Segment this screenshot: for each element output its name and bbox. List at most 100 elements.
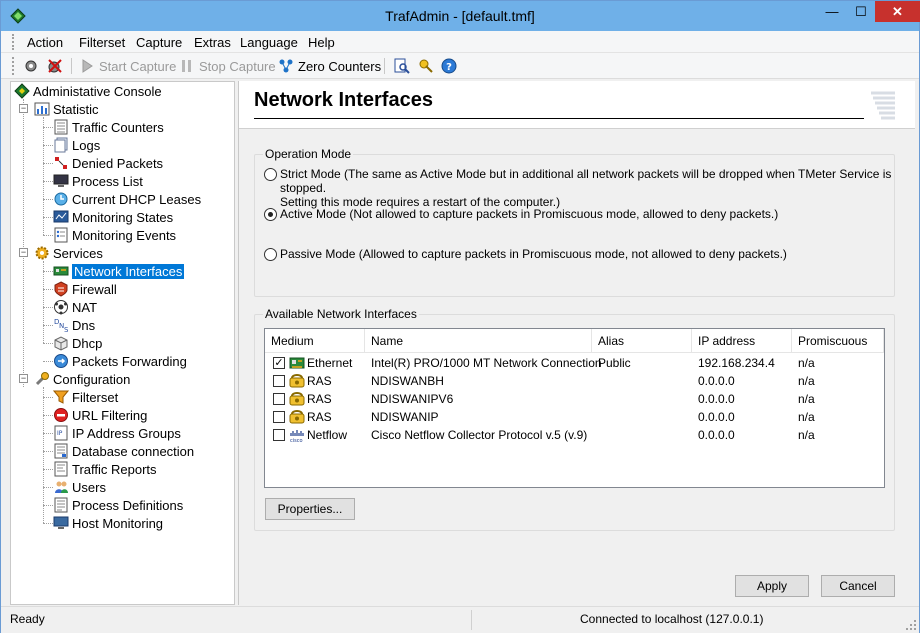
process-list-icon xyxy=(54,497,68,513)
column-alias[interactable]: Alias xyxy=(592,329,692,353)
interface-enable-checkbox[interactable] xyxy=(273,429,285,441)
collapse-services-toggle[interactable]: − xyxy=(19,248,28,257)
interfaces-list[interactable]: Medium Name Alias IP address Promiscuous… xyxy=(264,328,885,488)
interface-enable-checkbox[interactable]: ✓ xyxy=(273,357,285,369)
active-mode-radio[interactable]: Active Mode (Not allowed to capture pack… xyxy=(264,207,778,221)
collapse-configuration-toggle[interactable]: − xyxy=(19,374,28,383)
apply-button[interactable]: Apply xyxy=(735,575,809,597)
tree-item-users[interactable]: Users xyxy=(53,478,106,496)
table-row[interactable]: ✓ Ethernet Intel(R) PRO/1000 MT Network Co… xyxy=(265,354,884,372)
firewall-shield-icon xyxy=(54,281,68,297)
tree-item-ip-address-groups[interactable]: IP IP Address Groups xyxy=(53,424,181,442)
tree-item-label: Current DHCP Leases xyxy=(72,191,202,207)
interface-enable-checkbox[interactable] xyxy=(273,411,285,423)
menu-filterset[interactable]: Filterset xyxy=(79,35,125,50)
search-tool[interactable] xyxy=(394,57,414,75)
tree-root[interactable]: Administative Console xyxy=(14,82,162,100)
tree-item-logs[interactable]: Logs xyxy=(53,136,100,154)
tree-item-dhcp-leases[interactable]: Current DHCP Leases xyxy=(53,190,201,208)
radio-dot xyxy=(264,248,277,261)
tree-item-traffic-counters[interactable]: Traffic Counters xyxy=(53,118,164,136)
cell-medium: Netflow xyxy=(307,428,348,442)
tree-item-label: Denied Packets xyxy=(72,155,164,171)
tree-item-process-list[interactable]: Process List xyxy=(53,172,143,190)
close-button[interactable]: ✕ xyxy=(875,1,920,22)
tree-item-process-definitions[interactable]: Process Definitions xyxy=(53,496,183,514)
tree-item-url-filtering[interactable]: URL Filtering xyxy=(53,406,147,424)
menubar-grip[interactable] xyxy=(12,34,15,50)
disconnect-icon xyxy=(48,59,62,73)
menu-help[interactable]: Help xyxy=(308,35,335,50)
column-name[interactable]: Name xyxy=(365,329,592,353)
tree-item-firewall[interactable]: Firewall xyxy=(53,280,117,298)
tree-item-filterset[interactable]: Filterset xyxy=(53,388,118,406)
tree-item-nat[interactable]: NAT xyxy=(53,298,97,316)
status-bar: Ready Connected to localhost (127.0.0.1) xyxy=(1,606,919,633)
tree-item-label: Dns xyxy=(72,317,96,333)
table-row[interactable]: RAS NDISWANBH 0.0.0.0 n/a xyxy=(265,372,884,390)
interface-enable-checkbox[interactable] xyxy=(273,375,285,387)
tree-item-database-connection[interactable]: Database connection xyxy=(53,442,194,460)
connect-tool[interactable] xyxy=(23,57,43,75)
tree-item-monitoring-events[interactable]: Monitoring Events xyxy=(53,226,176,244)
tree-item-monitoring-states[interactable]: Monitoring States xyxy=(53,208,173,226)
dns-letters-icon: DNS xyxy=(54,318,69,333)
dhcp-box-icon xyxy=(54,336,68,351)
cisco-icon: cisco xyxy=(289,427,305,444)
strict-mode-radio[interactable]: Strict Mode (The same as Active Mode but… xyxy=(264,167,919,209)
tree-services[interactable]: Services xyxy=(34,244,103,262)
ip-list-icon: IP xyxy=(54,425,68,441)
table-row[interactable]: RAS NDISWANIP 0.0.0.0 n/a xyxy=(265,408,884,426)
menu-language[interactable]: Language xyxy=(240,35,298,50)
cell-promiscuous: n/a xyxy=(798,374,815,388)
table-row[interactable]: cisco Netflow Cisco Netflow Collector Prot… xyxy=(265,426,884,444)
ras-phone-icon xyxy=(289,409,305,425)
funnel-icon xyxy=(53,390,69,404)
svg-text:cisco: cisco xyxy=(290,438,303,443)
interfaces-group-label: Available Network Interfaces xyxy=(263,307,419,321)
tree-configuration[interactable]: Configuration xyxy=(34,370,130,388)
menu-extras[interactable]: Extras xyxy=(194,35,231,50)
maximize-button[interactable]: ☐ xyxy=(847,1,875,22)
column-promiscuous[interactable]: Promiscuous xyxy=(792,329,884,353)
tree-item-denied-packets[interactable]: Denied Packets xyxy=(53,154,163,172)
tree-item-label: Network Interfaces xyxy=(72,263,185,279)
cell-alias xyxy=(592,408,598,426)
interface-enable-checkbox[interactable] xyxy=(273,393,285,405)
keys-tool[interactable] xyxy=(418,57,438,75)
start-capture-button[interactable]: Start Capture xyxy=(79,57,176,75)
cancel-button[interactable]: Cancel xyxy=(821,575,895,597)
tree-item-network-interfaces[interactable]: Network Interfaces xyxy=(53,262,185,280)
title-bar[interactable]: TrafAdmin - [default.tmf] — ☐ ✕ xyxy=(1,1,920,31)
menu-action[interactable]: Action xyxy=(27,35,63,50)
menu-capture[interactable]: Capture xyxy=(136,35,182,50)
cell-ip-address: 0.0.0.0 xyxy=(698,392,735,406)
tree-item-dns[interactable]: DNS Dns xyxy=(53,316,95,334)
minimize-button[interactable]: — xyxy=(818,1,846,22)
cell-alias xyxy=(592,372,598,390)
log-pages-icon xyxy=(54,137,68,153)
header-decoration-icon xyxy=(871,91,895,120)
column-medium[interactable]: Medium xyxy=(265,329,365,353)
cell-promiscuous: n/a xyxy=(798,356,815,370)
table-row[interactable]: RAS NDISWANIPV6 0.0.0.0 n/a xyxy=(265,390,884,408)
toolbar-grip[interactable] xyxy=(12,57,15,75)
navigation-tree[interactable]: Administative Console − Statistic Traffi… xyxy=(10,81,235,605)
svg-text:IP: IP xyxy=(57,430,63,437)
console-diamond-icon xyxy=(14,83,30,99)
tree-item-packets-forwarding[interactable]: Packets Forwarding xyxy=(53,352,187,370)
help-tool[interactable]: ? xyxy=(441,57,461,75)
disconnect-tool[interactable] xyxy=(47,57,67,75)
tree-item-dhcp[interactable]: Dhcp xyxy=(53,334,102,352)
users-icon xyxy=(55,481,68,493)
resize-grip-icon[interactable] xyxy=(905,619,917,631)
tree-item-traffic-reports[interactable]: Traffic Reports xyxy=(53,460,157,478)
tree-statistic[interactable]: Statistic xyxy=(34,100,99,118)
column-ip-address[interactable]: IP address xyxy=(692,329,792,353)
stop-capture-button[interactable]: Stop Capture xyxy=(179,57,276,75)
passive-mode-radio[interactable]: Passive Mode (Allowed to capture packets… xyxy=(264,247,787,261)
tree-item-host-monitoring[interactable]: Host Monitoring xyxy=(53,514,163,532)
collapse-statistic-toggle[interactable]: − xyxy=(19,104,28,113)
zero-counters-button[interactable]: Zero Counters xyxy=(278,57,381,75)
properties-button[interactable]: Properties... xyxy=(265,498,355,520)
